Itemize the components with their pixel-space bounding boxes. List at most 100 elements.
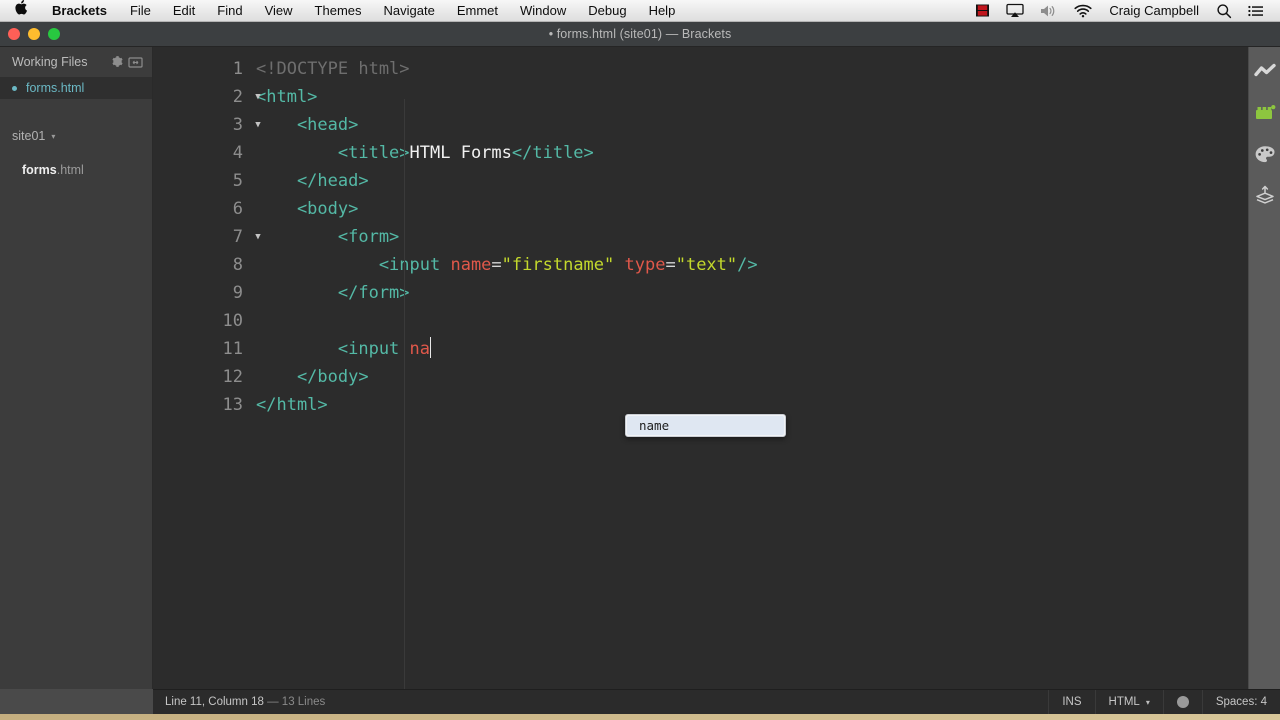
menu-item-themes[interactable]: Themes [304,0,373,22]
code-fold-toggle-icon[interactable]: ▼ [251,223,265,251]
line-number: 4 [232,143,243,163]
project-name: site01 [12,129,46,143]
line-number: 1 [232,59,243,79]
file-extension: .html [56,163,84,177]
sidebar-divider [0,99,152,123]
code-token-tag: <html> [256,87,318,107]
sidebar-status-filler [0,689,153,714]
menu-item-edit[interactable]: Edit [162,0,206,22]
macos-menu-bar: Brackets File Edit Find View Themes Navi… [0,0,1280,22]
code-token-val: "firstname" [501,255,615,275]
line-number: 5 [232,171,243,191]
code-fold-toggle-icon[interactable]: ▼ [251,111,265,139]
insert-mode-label: INS [1062,696,1082,708]
code-area: 1 2 ▼ 3 ▼ 4 5 6 7 ▼ 8 9 10 11 12 13 <!DOCTYPE html> <htm… [153,47,1248,419]
code-line[interactable]: <!DOCTYPE html> [256,55,1248,83]
menu-item-view[interactable]: View [254,0,304,22]
apple-logo-icon[interactable] [0,0,40,22]
menu-item-navigate[interactable]: Navigate [373,0,446,22]
screen-recording-icon[interactable] [967,0,998,22]
code-token-tag: <title> [256,143,410,163]
menu-item-help[interactable]: Help [638,0,687,22]
search-icon[interactable] [1208,0,1240,22]
working-files-header: Working Files [0,47,152,77]
status-cursor-info[interactable]: Line 11, Column 18 — 13 Lines [153,696,325,708]
chevron-down-icon: ▾ [1145,697,1150,707]
wifi-icon[interactable] [1066,0,1100,22]
code-token-attr: na [409,339,431,359]
live-preview-status-button[interactable] [1162,690,1202,714]
live-preview-icon[interactable] [1252,59,1278,85]
code-token-attr: type [624,255,666,275]
file-base-name: forms [22,163,57,177]
line-number: 3 ▼ [153,111,261,139]
menu-bar-right: Craig Campbell [967,0,1280,21]
file-tree: forms .html [0,149,152,714]
line-number: 13 [222,395,243,415]
code-token-tag: <input [256,339,410,359]
status-bar: Line 11, Column 18 — 13 Lines INS HTML ▾… [153,689,1280,714]
code-token-tag: <input [256,255,451,275]
working-file-name: forms.html [26,81,85,95]
indent-setting[interactable]: Spaces: 4 [1201,690,1280,714]
project-header[interactable]: site01 ▾ [0,123,152,149]
code-token-eq: = [665,255,676,275]
live-preview-circle-icon [1176,696,1189,708]
menu-app-name[interactable]: Brackets [40,0,119,22]
unsaved-dot-icon [12,85,17,91]
line-number: 12 [222,367,243,387]
line-number: 2 ▼ [153,83,261,111]
file-tree-item-forms-html[interactable]: forms .html [0,159,152,181]
notification-center-icon[interactable] [1240,0,1272,22]
menu-item-emmet[interactable]: Emmet [446,0,509,22]
close-button[interactable] [8,28,20,40]
gear-icon[interactable] [108,53,126,71]
status-bar-right: INS HTML ▾ Spaces: 4 [1048,690,1280,714]
code-token-attr: name [450,255,492,275]
minimize-button[interactable] [28,28,40,40]
code-token-tag: </form> [256,283,410,303]
menu-item-debug[interactable]: Debug [577,0,637,22]
window-title: • forms.html (site01) — Brackets [548,27,732,41]
line-number: 7 ▼ [153,223,261,251]
code-token-tag: </html> [256,395,328,415]
code-editor[interactable]: 1 2 ▼ 3 ▼ 4 5 6 7 ▼ 8 9 10 11 12 13 <!DOCTYPE html> <htm… [153,47,1248,714]
code-token-tag: <body> [256,199,359,219]
extract-layers-icon[interactable] [1252,182,1278,208]
menu-item-file[interactable]: File [119,0,162,22]
autocomplete-item-name[interactable]: name [627,416,784,435]
language-label: HTML [1108,696,1140,708]
code-fold-toggle-icon[interactable]: ▼ [251,83,265,111]
code-token-val: "text" [675,255,738,275]
code-token-text: HTML Forms [409,143,512,163]
airplay-icon[interactable] [998,0,1032,22]
code-token-doctype: <!DOCTYPE html> [256,59,410,79]
status-separator: — [267,696,279,708]
window-title-bar: • forms.html (site01) — Brackets [0,22,1280,47]
cursor-position: Line 11, Column 18 [165,696,264,708]
insert-mode-toggle[interactable]: INS [1048,690,1094,714]
extension-manager-icon[interactable] [1252,100,1278,126]
code-token-tag: </body> [256,367,369,387]
autocomplete-popup[interactable]: name [625,414,786,437]
volume-icon[interactable] [1032,0,1066,22]
menu-bar-left: Brackets File Edit Find View Themes Navi… [0,0,686,21]
working-files-label: Working Files [12,55,88,69]
code-lines[interactable]: <!DOCTYPE html> <html> <head> <title>HTML… [251,55,1248,419]
line-number: 10 [222,311,243,331]
menu-item-find[interactable]: Find [206,0,253,22]
split-view-icon[interactable] [126,53,144,71]
menu-user-name[interactable]: Craig Campbell [1100,0,1208,22]
theme-palette-icon[interactable] [1252,141,1278,167]
indent-label: Spaces: 4 [1215,696,1267,708]
menu-item-window[interactable]: Window [509,0,577,22]
working-file-item[interactable]: forms.html [0,77,152,99]
maximize-button[interactable] [48,28,60,40]
gutter-divider [404,99,405,714]
brackets-window: • forms.html (site01) — Brackets Working… [0,22,1280,714]
code-token-tag: <head> [256,115,359,135]
right-toolbar [1248,47,1280,714]
language-selector[interactable]: HTML ▾ [1094,690,1163,714]
code-token-tag: </head> [256,171,369,191]
